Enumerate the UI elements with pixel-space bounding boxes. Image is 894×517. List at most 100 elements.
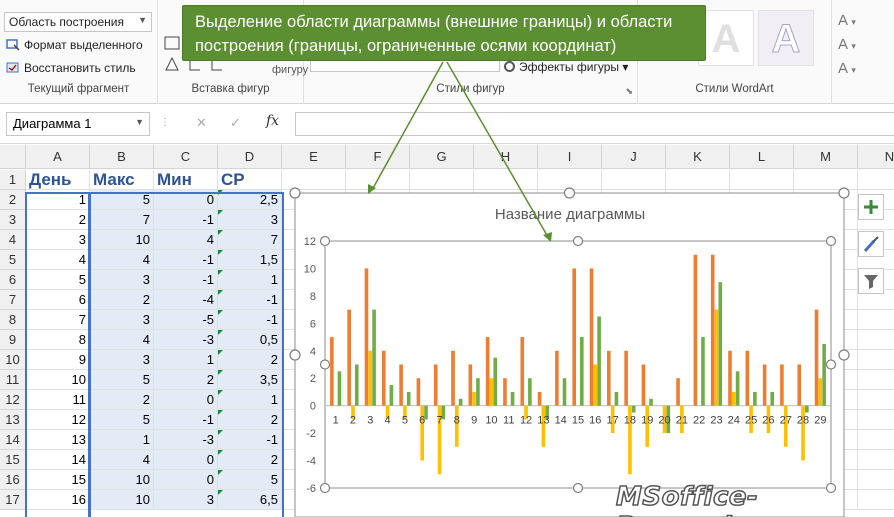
chart-styles-button[interactable] — [858, 231, 884, 257]
bar[interactable] — [597, 316, 601, 406]
chart-elements-button[interactable] — [858, 194, 884, 220]
bar[interactable] — [731, 391, 736, 406]
plot-area-resize-handle[interactable] — [825, 359, 837, 370]
bar[interactable] — [614, 391, 619, 406]
bar[interactable] — [330, 337, 334, 406]
x-tick-label: 7 — [436, 415, 442, 427]
bar[interactable] — [593, 364, 598, 406]
x-tick-label: 15 — [572, 415, 584, 427]
bar[interactable] — [770, 391, 775, 406]
x-tick-label: 1 — [333, 415, 339, 427]
bar[interactable] — [433, 364, 438, 406]
bar[interactable] — [805, 405, 809, 413]
y-tick-label: 10 — [304, 263, 316, 275]
bar[interactable] — [728, 350, 732, 406]
bar[interactable] — [406, 391, 411, 406]
bar[interactable] — [718, 282, 723, 406]
bar[interactable] — [399, 364, 403, 406]
plot-area-resize-handle[interactable] — [572, 235, 584, 247]
chart-area-resize-handle[interactable] — [563, 187, 576, 199]
chart[interactable]: Название диаграммы121086420-2-4-61 2 3 4 5 6 7… — [0, 0, 894, 517]
bar[interactable] — [493, 357, 498, 406]
bar[interactable] — [641, 364, 646, 406]
bar[interactable] — [745, 350, 750, 406]
x-tick-label: 4 — [385, 415, 391, 427]
bar[interactable] — [701, 337, 705, 406]
bar[interactable] — [472, 391, 476, 406]
bar[interactable] — [451, 350, 455, 406]
bar[interactable] — [503, 378, 507, 406]
bar[interactable] — [735, 371, 740, 406]
bar[interactable] — [814, 309, 819, 406]
x-tick-label: 29 — [814, 415, 826, 427]
bar[interactable] — [753, 391, 757, 406]
x-tick-label: 21 — [676, 415, 688, 427]
x-tick-label: 18 — [624, 415, 636, 427]
bar[interactable] — [364, 268, 369, 406]
bar[interactable] — [485, 337, 490, 406]
bar[interactable] — [693, 254, 698, 406]
x-tick-label: 26 — [762, 415, 774, 427]
bar[interactable] — [510, 391, 515, 406]
x-tick-label: 17 — [606, 415, 618, 427]
bar[interactable] — [354, 364, 359, 406]
bar[interactable] — [624, 350, 628, 406]
bar[interactable] — [589, 268, 594, 406]
bar[interactable] — [528, 378, 532, 406]
bar[interactable] — [676, 378, 680, 406]
bar[interactable] — [710, 254, 715, 406]
bar[interactable] — [520, 337, 525, 406]
chart-filters-button[interactable] — [858, 268, 884, 294]
x-tick-label: 6 — [419, 415, 425, 427]
x-tick-label: 13 — [537, 415, 549, 427]
bar[interactable] — [337, 371, 342, 406]
bar[interactable] — [372, 309, 376, 406]
bar[interactable] — [476, 378, 480, 406]
x-tick-label: 9 — [471, 415, 477, 427]
bar[interactable] — [818, 378, 823, 406]
bar[interactable] — [347, 309, 351, 406]
bar[interactable] — [607, 350, 611, 406]
bar[interactable] — [458, 398, 463, 406]
bar[interactable] — [780, 364, 784, 406]
bar[interactable] — [762, 364, 767, 406]
y-tick-label: 6 — [310, 318, 316, 330]
bar[interactable] — [389, 385, 394, 406]
chart-area-resize-handle[interactable] — [289, 349, 301, 361]
chart-area[interactable] — [294, 192, 845, 517]
chart-area-resize-handle[interactable] — [838, 187, 850, 199]
filter-icon — [864, 275, 878, 289]
chart-title[interactable]: Название диаграммы — [495, 206, 645, 223]
x-tick-label: 20 — [658, 415, 670, 427]
bar[interactable] — [572, 268, 576, 406]
bar[interactable] — [555, 350, 559, 406]
bar[interactable] — [714, 309, 719, 406]
x-tick-label: 22 — [693, 415, 705, 427]
plot-area-resize-handle[interactable] — [319, 359, 331, 370]
bar[interactable] — [381, 350, 386, 406]
brush-icon — [863, 236, 879, 253]
bar[interactable] — [489, 378, 494, 406]
chart-area-resize-handle[interactable] — [289, 187, 301, 199]
callout-arrow-chart-area — [371, 61, 444, 191]
bar[interactable] — [562, 378, 567, 406]
bar[interactable] — [797, 364, 802, 406]
plot-area-resize-handle[interactable] — [319, 482, 331, 494]
bar[interactable] — [649, 398, 653, 406]
plot-area-resize-handle[interactable] — [319, 235, 331, 247]
bar[interactable] — [580, 337, 584, 406]
bar[interactable] — [468, 364, 473, 406]
chart-area-resize-handle[interactable] — [838, 349, 850, 361]
bar[interactable] — [822, 343, 826, 406]
plot-area-resize-handle[interactable] — [572, 482, 584, 494]
bar[interactable] — [537, 391, 542, 406]
y-tick-label: 8 — [310, 291, 316, 303]
x-tick-label: 25 — [745, 415, 757, 427]
x-tick-label: 19 — [641, 415, 653, 427]
bar[interactable] — [368, 350, 373, 406]
bar[interactable] — [631, 405, 636, 413]
y-tick-label: -4 — [306, 456, 316, 468]
plot-area-resize-handle[interactable] — [825, 235, 837, 247]
x-tick-label: 24 — [728, 415, 740, 427]
bar[interactable] — [416, 378, 421, 406]
